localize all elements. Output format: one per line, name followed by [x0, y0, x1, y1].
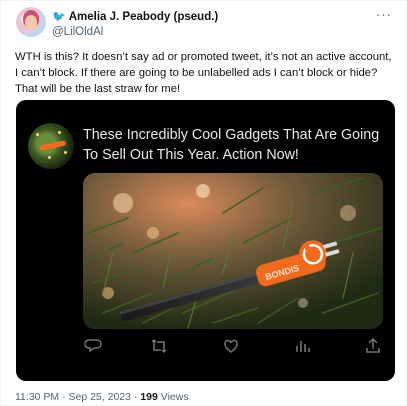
views-label: Views: [157, 391, 189, 403]
tweet-text: WTH is this? It doesn’t say ad or promot…: [15, 51, 392, 95]
tweet-header: 🐦 Amelia J. Peabody (pseud.) @LilOldAl: [52, 9, 218, 39]
footer-separator: ·: [130, 391, 141, 403]
name-row: 🐦 Amelia J. Peabody (pseud.): [52, 9, 218, 24]
ad-headline[interactable]: These Incredibly Cool Gadgets That Are G…: [83, 125, 383, 165]
share-icon[interactable]: [363, 336, 383, 356]
timestamp[interactable]: 11:30 PM · Sep 25, 2023: [15, 391, 131, 403]
reply-icon[interactable]: [83, 336, 103, 356]
views-icon[interactable]: [292, 336, 312, 356]
user-handle[interactable]: @LilOldAl: [52, 26, 218, 38]
ad-card[interactable]: These Incredibly Cool Gadgets That Are G…: [16, 100, 395, 381]
tweet[interactable]: 🐦 Amelia J. Peabody (pseud.) @LilOldAl ·…: [0, 0, 407, 406]
tweet-footer: 11:30 PM · Sep 25, 2023 · 199 Views: [15, 391, 189, 403]
views-count: 199: [140, 391, 158, 403]
user-avatar[interactable]: [16, 7, 46, 37]
bird-emoji-icon: 🐦: [52, 10, 66, 23]
gadget-photo: BONDIS: [83, 173, 383, 329]
ad-image[interactable]: BONDIS: [83, 173, 383, 329]
more-options-icon[interactable]: ···: [376, 7, 392, 22]
like-icon[interactable]: [221, 336, 241, 356]
retweet-icon[interactable]: [149, 336, 169, 356]
ad-avatar[interactable]: [28, 123, 74, 169]
ad-action-bar: [83, 336, 383, 356]
display-name[interactable]: Amelia J. Peabody (pseud.): [69, 11, 219, 23]
